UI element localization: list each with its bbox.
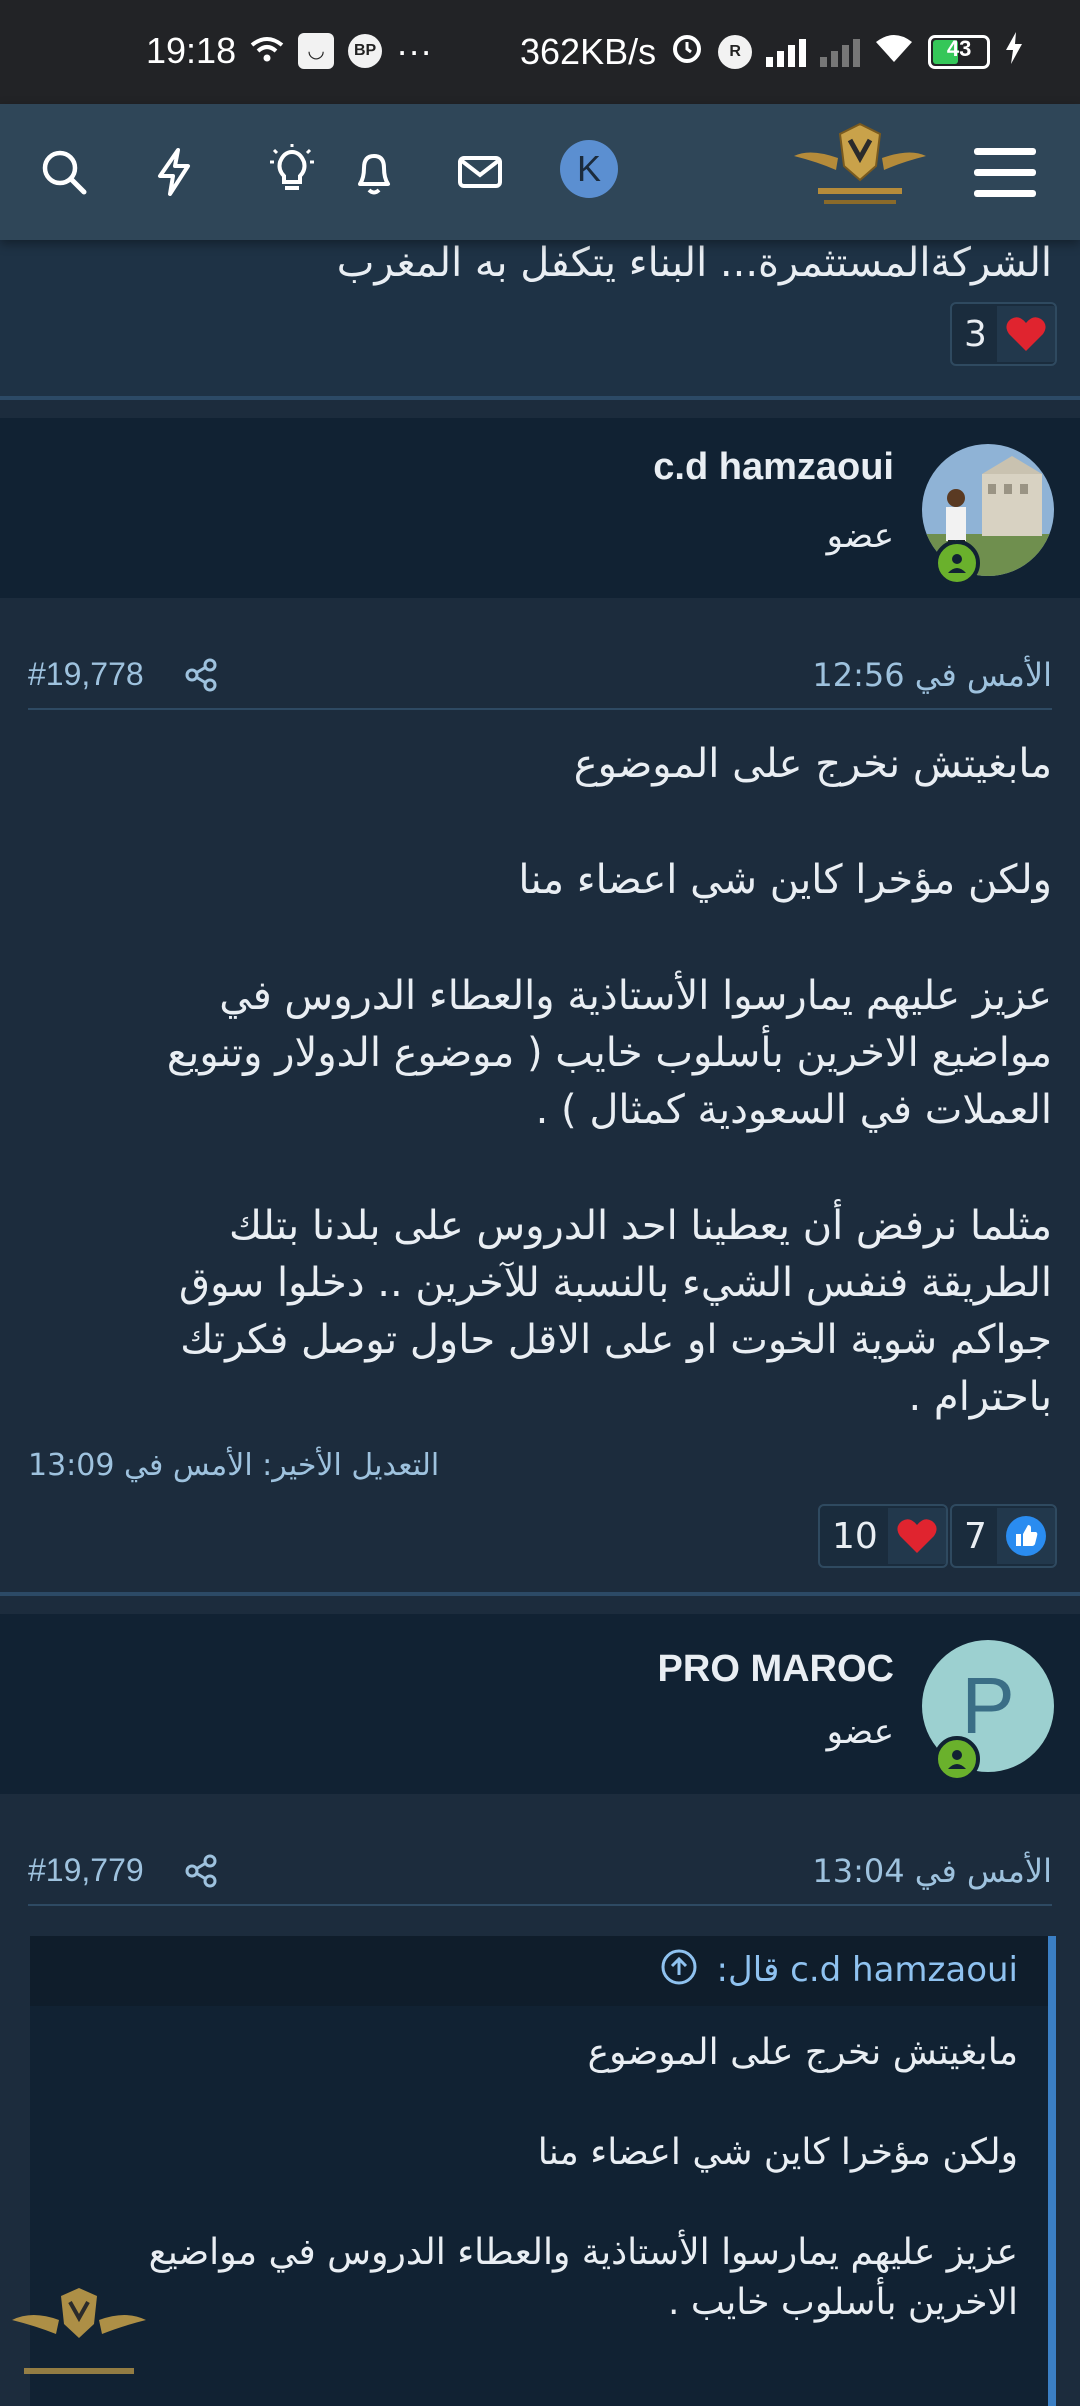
last-edited: التعديل الأخير: الأمس في 13:09 [28, 1448, 440, 1483]
post-text-line: مابغيتش نخرج على الموضوع [573, 741, 1052, 787]
post-body: الأمس في 12:56 #19,778 مابغيتش نخرج على … [0, 628, 1080, 1588]
post-text-line: مواضيع الاخرين بأسلوب خايب ( موضوع الدول… [166, 1030, 1052, 1076]
post-divider [0, 1592, 1080, 1596]
mail-icon[interactable] [452, 144, 508, 200]
love-reaction[interactable]: 10 [818, 1504, 948, 1568]
heart-icon [996, 306, 1055, 362]
wifi-icon [874, 31, 914, 73]
r-icon: R [718, 34, 753, 69]
previous-post-tail: الشركةالمستثمرة... البناء يتكفل به المغر… [0, 240, 1080, 396]
username[interactable]: PRO MAROC [658, 1648, 894, 1691]
app-notification-icon: ◡ [298, 33, 335, 69]
post-meta: الأمس في 12:56 #19,778 [28, 648, 1052, 710]
post-header: c.d hamzaoui عضو [0, 418, 1080, 626]
post-text-line: باحترام . [908, 1374, 1053, 1420]
post-text-line: جواكم شوية الخوت او على الاقل حاول توصل … [180, 1317, 1052, 1363]
online-status-icon [934, 540, 980, 586]
watermark-logo [4, 2280, 154, 2398]
post-text-line: مثلما نرفض أن يعطينا احد الدروس على بلدن… [228, 1203, 1052, 1249]
signal-icon [766, 37, 807, 67]
header-pointer [952, 604, 1000, 626]
wifi-small-icon [250, 30, 284, 72]
quote-text-line: مابغيتش نخرج على الموضوع [587, 2032, 1018, 2073]
top-navbar: K [0, 104, 1080, 240]
post-date[interactable]: الأمس في 13:04 [812, 1852, 1052, 1890]
header-pointer [952, 1800, 1000, 1822]
menu-icon[interactable] [974, 148, 1036, 198]
bell-icon[interactable] [346, 144, 402, 200]
charging-icon [1004, 31, 1024, 73]
user-title: عضو [826, 1712, 894, 1752]
post-text-line: ولكن مؤخرا كاين شي اعضاء منا [518, 857, 1052, 903]
quote-text-line: ولكن مؤخرا كاين شي اعضاء منا [537, 2132, 1018, 2173]
network-speed: 362KB/s [520, 30, 657, 72]
love-count: 10 [832, 1515, 878, 1557]
post-text-line: عزيز عليهم يمارسوا الأستاذية والعطاء الد… [219, 973, 1052, 1019]
lightbulb-icon[interactable] [264, 144, 320, 200]
site-logo[interactable] [790, 118, 930, 228]
online-status-icon [934, 1736, 980, 1782]
battery-icon: 43 [928, 34, 991, 69]
search-icon[interactable] [36, 144, 92, 200]
quote-attribution-text: c.d hamzaoui قال: [716, 1950, 1018, 1990]
post-meta: الأمس في 13:04 #19,779 [28, 1844, 1052, 1906]
post-number[interactable]: #19,778 [28, 656, 144, 693]
heart-icon [887, 1508, 946, 1564]
quote-attribution[interactable]: c.d hamzaoui قال: [660, 1948, 1018, 1995]
post-date[interactable]: الأمس في 12:56 [812, 656, 1052, 694]
user-title: عضو [826, 516, 894, 556]
post-text-line: العملات في السعودية كمثال ) . [535, 1087, 1052, 1133]
bp-icon: BP [348, 34, 383, 68]
alarm-icon [670, 30, 704, 73]
post-divider [0, 396, 1080, 400]
quote-header[interactable]: c.d hamzaoui قال: [30, 1936, 1048, 2006]
like-reaction[interactable]: 7 [950, 1504, 1057, 1568]
share-icon[interactable] [184, 658, 218, 692]
user-avatar-button[interactable]: K [560, 140, 618, 198]
reaction-summary[interactable]: 3 [950, 302, 1057, 366]
quote-text-line: الاخرين بأسلوب خايب . [668, 2282, 1018, 2323]
username[interactable]: c.d hamzaoui [653, 446, 894, 489]
post-text-line: الشركةالمستثمرة... البناء يتكفل به المغر… [336, 240, 1052, 286]
like-count: 7 [964, 1515, 987, 1557]
post-number[interactable]: #19,779 [28, 1852, 144, 1889]
quote-block: c.d hamzaoui قال: مابغيتش نخرج على الموض… [30, 1936, 1056, 2406]
quote-text-line: عزيز عليهم يمارسوا الأستاذية والعطاء الد… [148, 2232, 1018, 2273]
arrow-up-circle-icon[interactable] [660, 1948, 698, 1995]
love-count: 3 [964, 313, 987, 355]
battery-level: 43 [946, 35, 972, 61]
thumbs-up-icon [996, 1508, 1055, 1564]
status-bar: 19:18 ◡ BP ··· 362KB/s R 43 [0, 0, 1080, 104]
share-icon[interactable] [184, 1854, 218, 1888]
lightning-icon[interactable] [146, 144, 202, 200]
post-text-line: الطريقة فنفس الشيء بالنسبة للآخرين .. دخ… [179, 1260, 1052, 1306]
post-body: الأمس في 13:04 #19,779 c.d hamzaoui قال:… [0, 1824, 1080, 2406]
post-header: P PRO MAROC عضو [0, 1614, 1080, 1822]
status-time: 19:18 [146, 30, 237, 71]
more-notifications: ··· [396, 30, 433, 71]
signal-2-icon [820, 37, 861, 67]
